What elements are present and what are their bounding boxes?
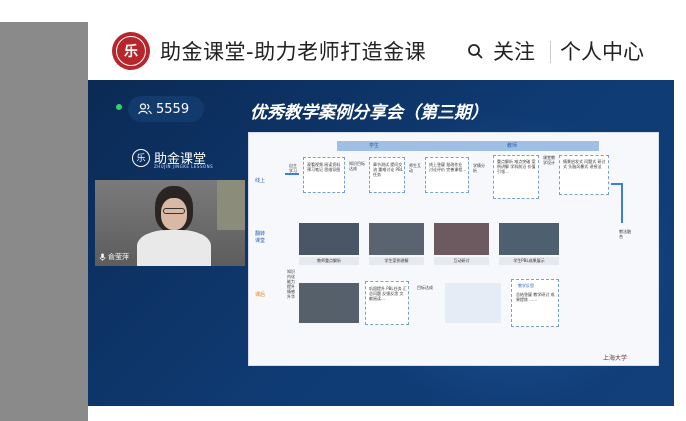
viewer-count: 5559 [156,101,190,117]
screenshot-platform [445,283,501,323]
presenter-name-tag: 俞莹萍 [99,252,129,262]
slide-block-8: 课堂教学设计 [543,155,555,165]
blend-label: 教法融合 [619,229,631,239]
logo-glyph: 乐 [116,36,146,66]
bottom-spacer [88,406,674,421]
brand-logo-icon[interactable]: 乐 [112,32,150,70]
flow-arrow [285,173,299,175]
site-header: 乐 助金课堂-助力老师打造金课 关注 个人中心 [88,22,674,80]
slide-block-4: 师生互动 [409,163,421,173]
caption-3: 互动研讨 [434,257,489,265]
after-class-block: 巩固提升 PBL任务 汇总问题 反馈反思 文献阅读… [365,281,409,325]
live-indicator-dot [116,104,122,110]
photo-interaction [434,223,489,255]
slide-block-9: 情景启发式 问题式 研讨式 头脑风暴式 讲授法 [559,155,609,195]
microphone-icon [99,253,106,261]
pip-brand-logo: 乐 助金课堂 ZHUJIN JINGKE LESSONS [132,148,213,169]
app-root: 乐 助金课堂-助力老师打造金课 关注 个人中心 5559 优秀教学案例分享会（第… [0,0,686,421]
reflection-block: 教学反思 总结答疑 教学研讨 成果提炼 …… [511,279,559,327]
slide-block-3: 章节测试 提问交流 重难讨论 PBL任务 [369,157,405,193]
flow-arrow [621,183,623,223]
after-class-label: 课后 [255,292,266,298]
viewer-count-badge: 5559 [128,96,204,122]
teacher-webcam[interactable]: 俞莹萍 [95,180,245,266]
wall-picture [217,180,245,230]
slide-block-2: 知识目标达成 [349,161,365,171]
photo-student-case [369,223,424,255]
presentation-slide: 学生 教师 线上 翻转课堂 课后 自主学习 观看视频 阅读资料 预习笔记 思维导… [248,132,659,366]
photo-after-class [299,283,359,323]
teacher-header-bar [439,141,599,151]
presenter-name: 俞莹萍 [108,253,129,261]
presenter-face [161,198,187,230]
slide-block-7: 重点解析 难点突破 案例讲解 学科前沿 价值引领… [493,155,539,199]
slide-title: 优秀教学案例分享会（第三期） [250,103,488,123]
slide-block-5: 线上答疑 批改作业 讨论评价 完善课程… [425,157,469,193]
top-spacer [0,0,686,22]
slide-block-1: 观看视频 阅读资料 预习笔记 思维导图 [303,157,345,193]
student-header: 学生 [369,143,380,149]
flip-label: 翻转课堂 [255,231,266,244]
slide-block-6: 学情分析 [473,163,485,173]
caption-4: 学生PBL成果展示 [499,257,559,265]
viewers-icon [138,103,152,115]
caption-1: 教师重点解析 [299,257,359,265]
photo-pbl-show [499,223,559,255]
caption-2: 学生案例讲解 [369,257,424,265]
presenter-body [137,230,211,266]
follow-button[interactable]: 关注 [493,36,535,66]
online-label: 线上 [255,178,266,184]
right-scroll-strip[interactable] [674,22,686,421]
self-study-label: 自主学习 [289,163,297,173]
teacher-header: 教师 [507,143,518,149]
presenter-glasses [163,208,185,214]
photo-teacher-explain [299,223,359,255]
left-gray-panel [0,22,88,421]
university-logo: 上海大学 [603,355,628,362]
user-center-link[interactable]: 个人中心 [560,36,644,66]
pip-logo-icon: 乐 [132,148,150,167]
brand-title[interactable]: 助金课堂-助力老师打造金课 [160,36,426,66]
search-icon[interactable] [467,43,483,59]
goal-label: 目标达成 [417,285,433,290]
flow-arrow [611,183,621,185]
header-divider [550,41,551,63]
pip-brand-sub: ZHUJIN JINGKE LESSONS [154,164,214,169]
knowledge-label: 知识内化 能力提升 情感升华 [287,269,295,299]
live-video-player[interactable]: 5559 优秀教学案例分享会（第三期） 乐 助金课堂 ZHUJIN JINGKE… [88,80,674,406]
